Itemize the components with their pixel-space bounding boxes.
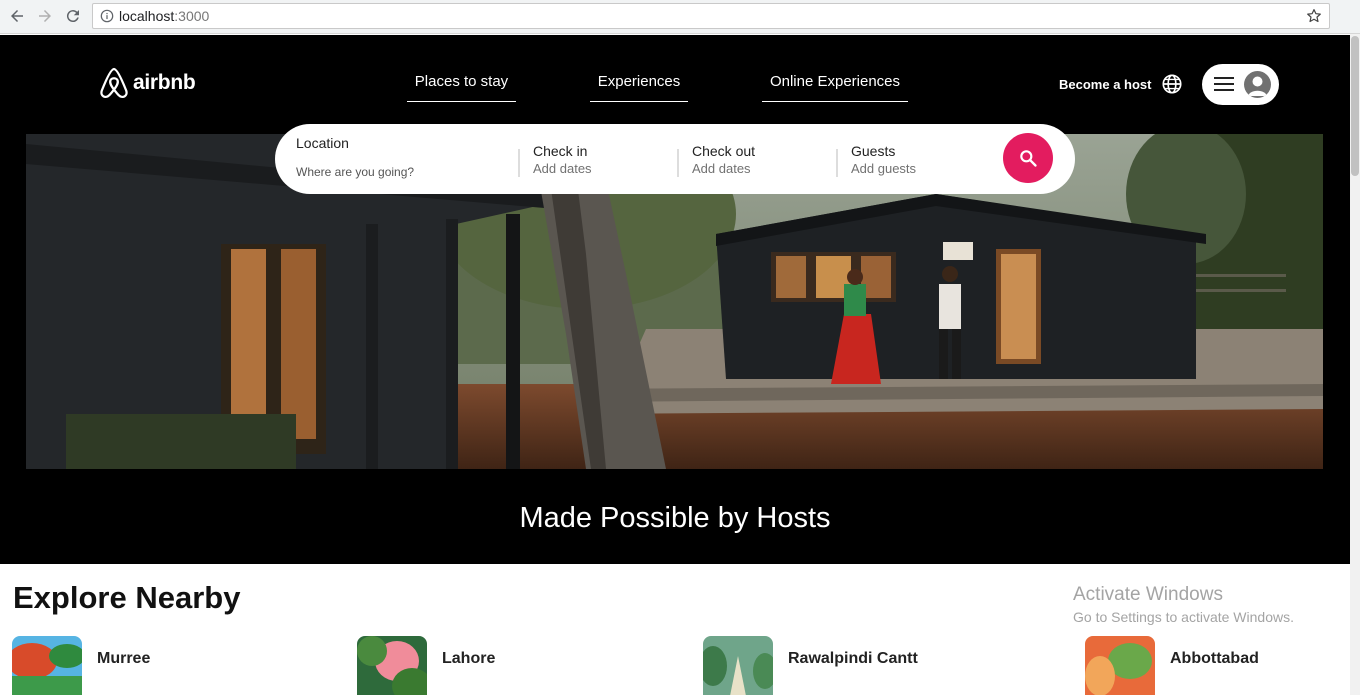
windows-activation-watermark: Activate Windows Go to Settings to activ…	[1073, 584, 1294, 625]
forward-button[interactable]	[33, 4, 57, 28]
nav-online-experiences[interactable]: Online Experiences	[762, 73, 908, 102]
place-illustration	[12, 636, 82, 695]
guests-value: Add guests	[851, 161, 917, 176]
arrow-left-icon	[11, 10, 23, 22]
checkin-value: Add dates	[533, 161, 592, 176]
browser-toolbar: localhost:3000	[0, 0, 1360, 34]
place-illustration	[1085, 636, 1155, 695]
url-text: localhost:3000	[119, 8, 210, 24]
back-button[interactable]	[5, 4, 29, 28]
user-avatar-icon	[1248, 76, 1267, 96]
search-button[interactable]	[1003, 133, 1053, 183]
scrollbar-thumb[interactable]	[1351, 36, 1359, 176]
location-label: Location	[296, 135, 349, 151]
explore-title: Explore Nearby	[13, 580, 241, 615]
address-bar[interactable]: localhost:3000	[92, 3, 1330, 29]
reload-icon	[66, 10, 79, 23]
place-thumbnail	[357, 636, 427, 695]
checkout-label: Check out	[692, 143, 756, 159]
airbnb-logo[interactable]: airbnb	[99, 67, 196, 99]
place-name: Rawalpindi Cantt	[788, 650, 918, 667]
bookmark-star-icon[interactable]	[1305, 7, 1323, 25]
page-scrollbar[interactable]	[1350, 34, 1360, 695]
search-bar: Location Check in Add dates Check out Ad…	[275, 124, 1075, 194]
place-illustration	[357, 636, 427, 695]
nearby-card-rawalpindi[interactable]: Rawalpindi Cantt	[703, 636, 918, 695]
checkout-field[interactable]: Check out Add dates	[692, 143, 755, 176]
place-name: Lahore	[442, 650, 496, 667]
airbnb-belo-icon	[100, 67, 128, 98]
place-thumbnail	[12, 636, 82, 695]
nav-places-to-stay[interactable]: Places to stay	[407, 73, 516, 102]
globe-icon[interactable]	[1161, 73, 1183, 95]
place-illustration	[703, 636, 773, 695]
nearby-card-murree[interactable]: Murree	[12, 636, 150, 695]
user-menu-button[interactable]	[1202, 64, 1279, 105]
divider	[518, 149, 520, 177]
avatar	[1244, 71, 1271, 98]
nav-experiences[interactable]: Experiences	[590, 73, 688, 102]
location-input[interactable]	[296, 165, 496, 179]
arrow-right-icon	[39, 10, 51, 22]
nearby-card-abbottabad[interactable]: Abbottabad	[1085, 636, 1259, 695]
watermark-subtitle: Go to Settings to activate Windows.	[1073, 609, 1294, 625]
divider	[677, 149, 679, 177]
page: airbnb Places to stay Experiences Online…	[0, 35, 1350, 695]
place-thumbnail	[1085, 636, 1155, 695]
hamburger-icon	[1214, 77, 1234, 91]
checkout-value: Add dates	[692, 161, 751, 176]
hero-tagline: Made Possible by Hosts	[519, 502, 831, 534]
brand-name: airbnb	[133, 71, 196, 94]
checkin-label: Check in	[533, 143, 588, 159]
guests-label: Guests	[851, 143, 896, 159]
place-name: Abbottabad	[1170, 650, 1259, 667]
place-thumbnail	[703, 636, 773, 695]
watermark-title: Activate Windows	[1073, 584, 1223, 605]
location-field[interactable]: Location	[296, 135, 496, 181]
place-name: Murree	[97, 650, 151, 667]
reload-button[interactable]	[61, 4, 85, 28]
become-host-link[interactable]: Become a host	[1059, 77, 1151, 92]
checkin-field[interactable]: Check in Add dates	[533, 143, 592, 176]
info-icon[interactable]	[100, 9, 114, 23]
search-icon	[1020, 150, 1037, 167]
guests-field[interactable]: Guests Add guests	[851, 143, 916, 176]
divider	[836, 149, 838, 177]
nearby-card-lahore[interactable]: Lahore	[357, 636, 495, 695]
hero-section: airbnb Places to stay Experiences Online…	[0, 35, 1350, 564]
